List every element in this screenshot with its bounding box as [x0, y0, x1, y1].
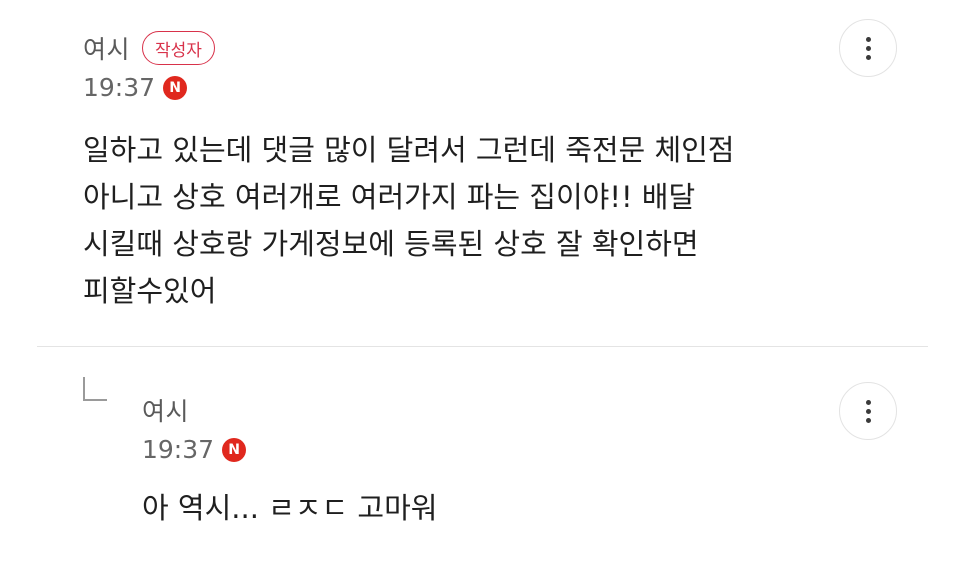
more-vertical-icon-dot: [865, 417, 871, 423]
comment-meta: 19:37 N: [83, 73, 188, 102]
comment-time: 19:37: [142, 435, 215, 464]
author-badge: 작성자: [142, 31, 215, 65]
author-name[interactable]: 여시: [83, 30, 130, 66]
new-badge-icon: N: [163, 75, 188, 100]
more-vertical-icon-dot: [865, 408, 871, 414]
reply-meta: 19:37 N: [142, 435, 247, 464]
comment-item: 여시 작성자 19:37 N 일하고 있는데 댓글 많이 달려서 그런데 죽전문…: [0, 0, 966, 346]
more-vertical-icon: [865, 36, 871, 42]
more-vertical-icon: [865, 399, 871, 405]
comment-text: 아 역시... ㄹㅈㄷ 고마워: [142, 491, 438, 525]
more-vertical-icon-dot: [865, 45, 871, 51]
comment-text: 일하고 있는데 댓글 많이 달려서 그런데 죽전문 체인점 아니고 상호 여러개…: [83, 133, 735, 308]
comment-time: 19:37: [83, 73, 156, 102]
reply-arrow-icon: [83, 377, 107, 401]
more-options-button[interactable]: [839, 382, 897, 440]
reply-header: 여시: [142, 392, 189, 428]
comment-header: 여시 작성자: [83, 30, 215, 66]
more-options-button[interactable]: [839, 19, 897, 77]
more-vertical-icon-dot: [865, 54, 871, 60]
new-badge-icon: N: [222, 437, 247, 462]
reply-item: 여시 19:37 N 아 역시... ㄹㅈㄷ 고마워: [0, 347, 966, 572]
author-name[interactable]: 여시: [142, 392, 189, 428]
